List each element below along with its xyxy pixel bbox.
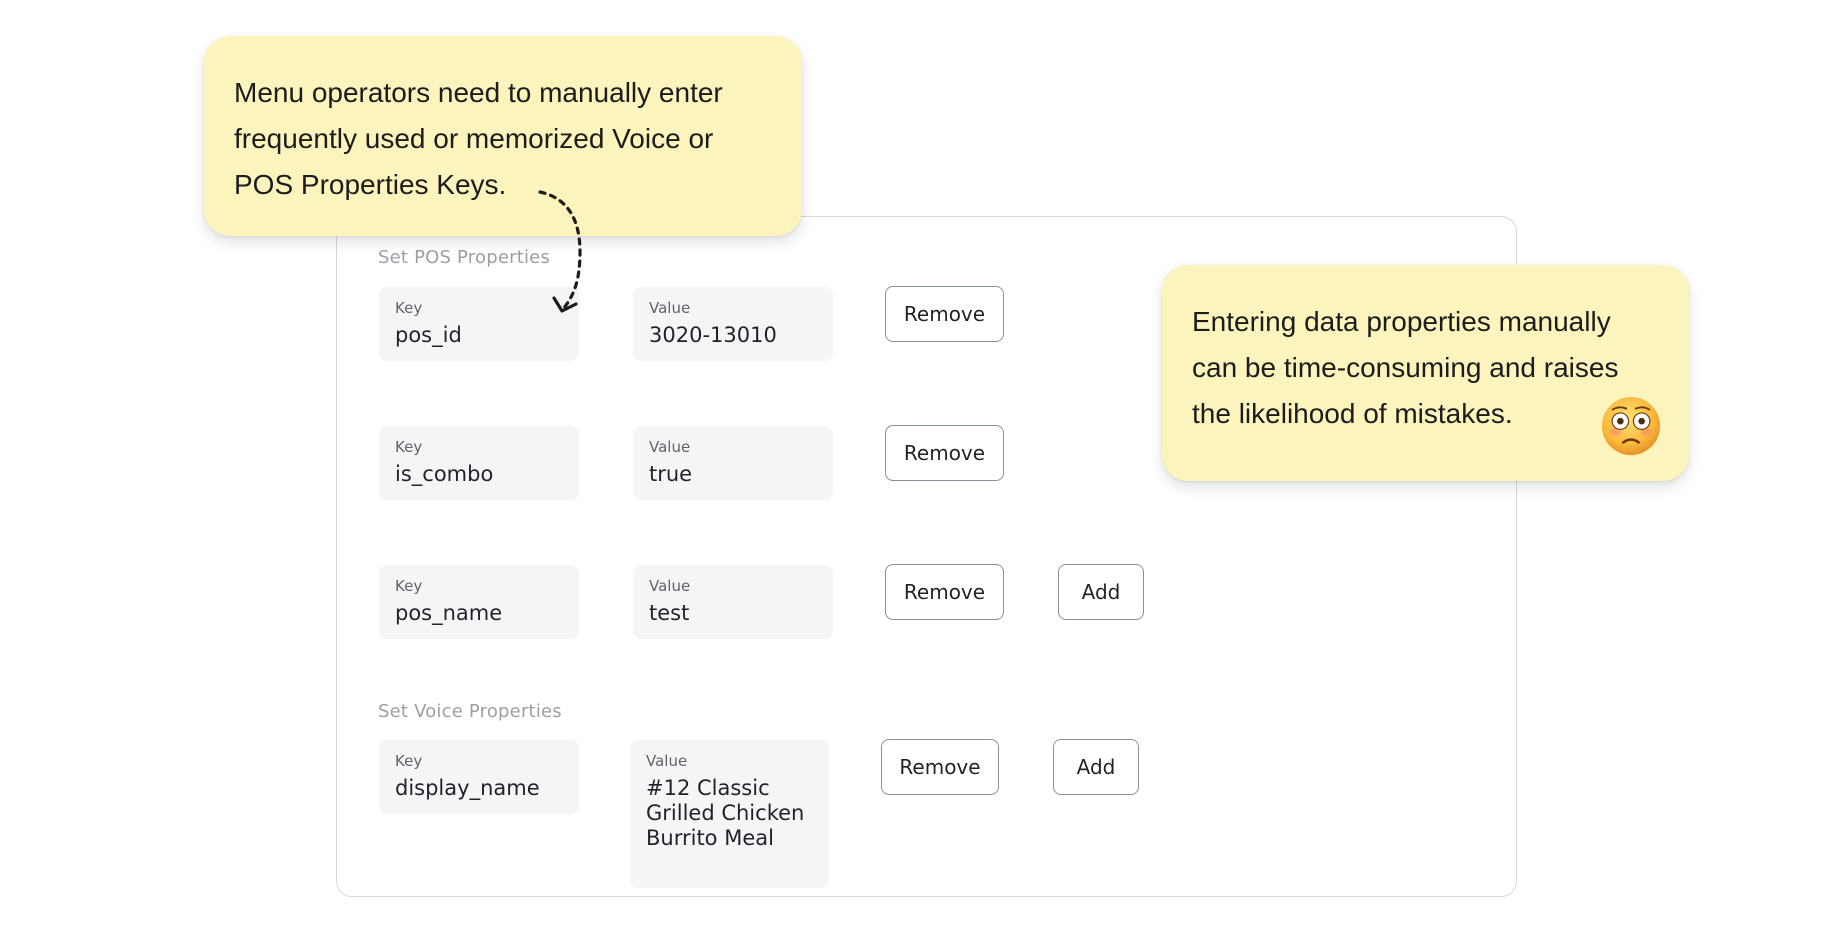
remove-button-pos-1[interactable]: Remove	[885, 286, 1004, 342]
key-value: pos_name	[395, 601, 503, 625]
voice-value-field[interactable]: Value #12 Classic Grilled Chicken Burrit…	[630, 740, 829, 888]
annotation-note-top: Menu operators need to manually enter fr…	[204, 36, 802, 236]
value-value: 3020-13010	[649, 323, 777, 347]
pos-key-field-2[interactable]: Key is_combo	[379, 426, 579, 500]
value-label: Value	[649, 299, 691, 317]
key-label: Key	[395, 752, 423, 770]
value-value: test	[649, 601, 690, 625]
pos-value-field-2[interactable]: Value true	[633, 426, 833, 500]
value-label: Value	[649, 438, 691, 456]
remove-button-pos-2[interactable]: Remove	[885, 425, 1004, 481]
voice-section-title: Set Voice Properties	[378, 701, 562, 722]
curved-dashed-arrow-icon	[538, 190, 582, 313]
value-value: true	[649, 462, 693, 486]
add-button-pos[interactable]: Add	[1058, 564, 1144, 620]
remove-button-voice[interactable]: Remove	[881, 739, 999, 795]
remove-button-pos-3[interactable]: Remove	[885, 564, 1004, 620]
key-value: display_name	[395, 776, 540, 800]
pos-value-field-1[interactable]: Value 3020-13010	[633, 287, 833, 361]
voice-key-field[interactable]: Key display_name	[379, 740, 579, 814]
pos-section-title: Set POS Properties	[378, 247, 551, 268]
key-label: Key	[395, 438, 423, 456]
value-label: Value	[649, 577, 691, 595]
annotation-text-right: Entering data properties manually can be…	[1192, 306, 1619, 429]
pos-value-field-3[interactable]: Value test	[633, 565, 833, 639]
flushed-face-emoji-icon	[1601, 396, 1661, 456]
key-label: Key	[395, 577, 423, 595]
annotation-text-top: Menu operators need to manually enter fr…	[234, 77, 723, 200]
pos-key-field-3[interactable]: Key pos_name	[379, 565, 579, 639]
add-button-voice[interactable]: Add	[1053, 739, 1139, 795]
key-value: is_combo	[395, 462, 494, 486]
key-value: pos_id	[395, 323, 462, 347]
value-label: Value	[646, 752, 688, 770]
value-value: #12 Classic Grilled Chicken Burrito Meal	[646, 776, 805, 850]
